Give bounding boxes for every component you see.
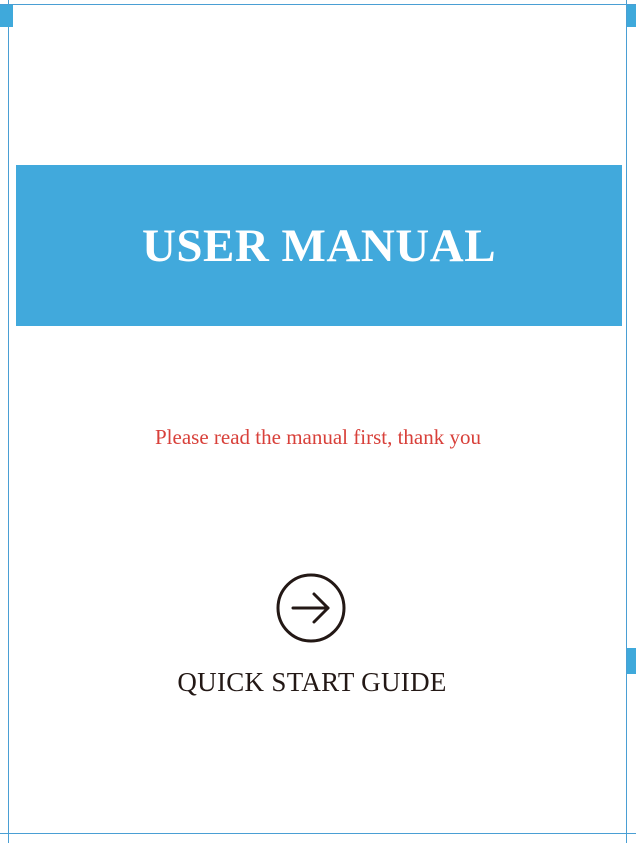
crop-line-right xyxy=(626,0,627,843)
crop-line-top xyxy=(0,4,636,5)
read-first-notice: Please read the manual first, thank you xyxy=(155,425,481,449)
registration-mark-top-left xyxy=(0,5,13,27)
quick-start-guide-label: QUICK START GUIDE xyxy=(177,667,447,697)
title-banner: USER MANUAL xyxy=(16,165,622,326)
crop-line-left xyxy=(8,0,9,843)
crop-line-bottom xyxy=(0,833,636,834)
registration-mark-top-right xyxy=(627,5,636,27)
manual-title: USER MANUAL xyxy=(141,219,497,272)
arrow-right-circle-icon xyxy=(276,573,346,643)
registration-mark-right xyxy=(627,648,636,674)
